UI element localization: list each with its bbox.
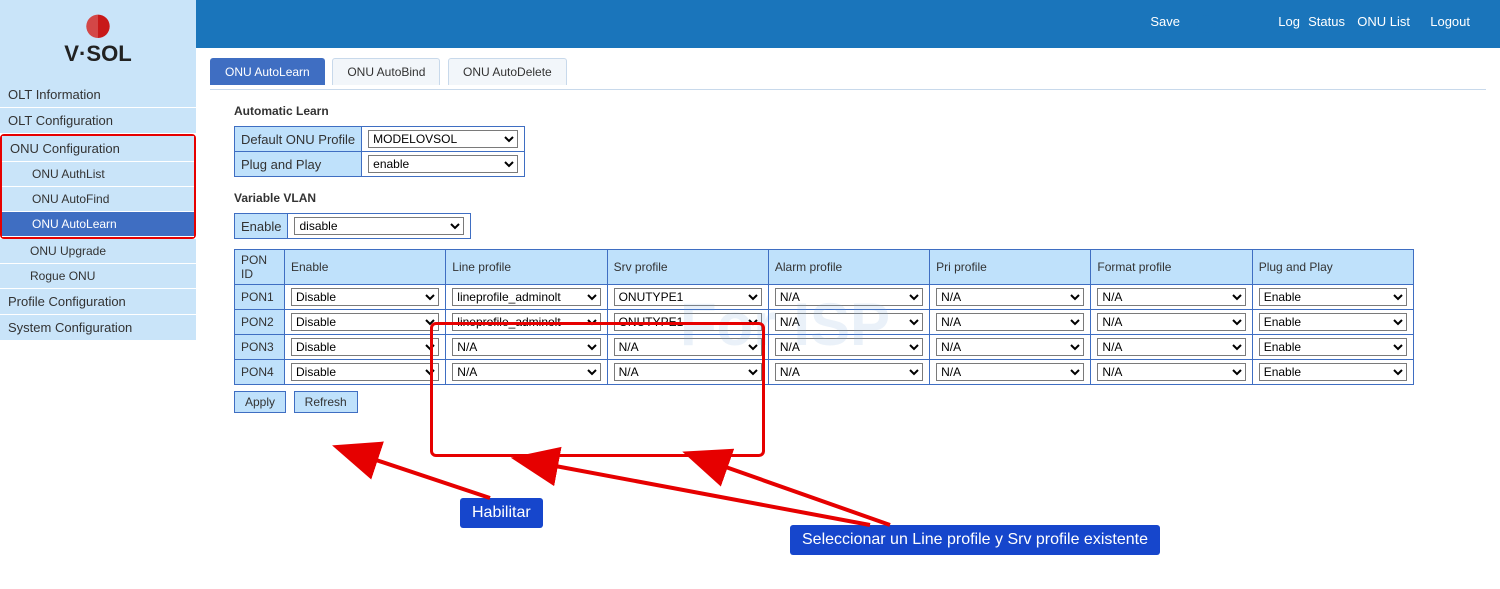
pon-id-cell: PON3 [235,335,285,360]
sidebar-item-onu-configuration[interactable]: ONU Configuration [2,136,194,162]
pon-table-header: PON ID Enable Line profile Srv profile A… [235,250,1414,285]
col-srv-profile: Srv profile [607,250,768,285]
variable-vlan-enable-label: Enable [235,214,288,239]
srv-profile-select[interactable]: ONUTYPE1 [614,313,762,331]
logout-link[interactable]: Logout [1430,14,1470,29]
pon-table: PON ID Enable Line profile Srv profile A… [234,249,1414,385]
alarm-profile-select[interactable]: N/A [775,313,923,331]
status-dot-icon [1197,15,1215,33]
alarm-profile-select[interactable]: N/A [775,363,923,381]
main-content: ONU AutoLearn ONU AutoBind ONU AutoDelet… [196,48,1500,589]
col-line-profile: Line profile [446,250,607,285]
pri-profile-select[interactable]: N/A [936,313,1084,331]
plug-and-play-select[interactable]: enable [368,155,518,173]
plug-and-play-label: Plug and Play [235,152,362,177]
action-buttons: Apply Refresh [234,391,1486,413]
pnp-select[interactable]: Enable [1259,313,1407,331]
annotation-highlight-onu-config: ONU Configuration ONU AuthList ONU AutoF… [0,134,196,239]
pon-id-cell: PON2 [235,310,285,335]
srv-profile-select[interactable]: N/A [614,363,762,381]
alarm-profile-select[interactable]: N/A [775,288,923,306]
tab-onu-autodelete[interactable]: ONU AutoDelete [448,58,567,85]
pon-id-cell: PON1 [235,285,285,310]
status-link[interactable]: Status [1308,14,1345,29]
pnp-select[interactable]: Enable [1259,363,1407,381]
sidebar-item-onu-autolearn[interactable]: ONU AutoLearn [2,212,194,237]
table-row: PON2 Disable lineprofile_adminolt ONUTYPE1 N… [235,310,1414,335]
section-title-variable-vlan: Variable VLAN [234,191,1486,205]
top-bar: Save Log Status ONU List Logout [196,0,1500,48]
srv-profile-select[interactable]: N/A [614,338,762,356]
variable-vlan-enable-table: Enable disable [234,213,471,239]
format-profile-select[interactable]: N/A [1097,288,1245,306]
col-format-profile: Format profile [1091,250,1252,285]
line-profile-select[interactable]: N/A [452,363,600,381]
svg-text:V·SOL: V·SOL [64,41,131,66]
pri-profile-select[interactable]: N/A [936,338,1084,356]
sidebar-item-olt-configuration[interactable]: OLT Configuration [0,108,196,134]
pri-profile-select[interactable]: N/A [936,288,1084,306]
refresh-button[interactable]: Refresh [294,391,358,413]
table-row: PON1 Disable lineprofile_adminolt ONUTYPE1 N… [235,285,1414,310]
pri-profile-select[interactable]: N/A [936,363,1084,381]
col-plug-and-play: Plug and Play [1252,250,1413,285]
save-link[interactable]: Save [1150,14,1180,29]
line-profile-select[interactable]: lineprofile_adminolt [452,313,600,331]
pon-id-cell: PON4 [235,360,285,385]
log-link[interactable]: Log [1278,14,1300,29]
sidebar-item-onu-authlist[interactable]: ONU AuthList [2,162,194,187]
sidebar-item-onu-upgrade[interactable]: ONU Upgrade [0,239,196,264]
enable-select[interactable]: Disable [291,313,439,331]
variable-vlan-enable-select[interactable]: disable [294,217,464,235]
table-row: PON4 Disable N/A N/A N/A N/A N/A Enable [235,360,1414,385]
col-alarm-profile: Alarm profile [768,250,929,285]
col-pon-id: PON ID [235,250,285,285]
format-profile-select[interactable]: N/A [1097,338,1245,356]
enable-select[interactable]: Disable [291,288,439,306]
col-enable: Enable [285,250,446,285]
sidebar-item-rogue-onu[interactable]: Rogue ONU [0,264,196,289]
default-onu-profile-label: Default ONU Profile [235,127,362,152]
enable-select[interactable]: Disable [291,338,439,356]
format-profile-select[interactable]: N/A [1097,313,1245,331]
pnp-select[interactable]: Enable [1259,288,1407,306]
vsol-logo-icon: V·SOL [33,12,163,71]
sidebar-item-profile-configuration[interactable]: Profile Configuration [0,289,196,315]
alarm-profile-select[interactable]: N/A [775,338,923,356]
enable-select[interactable]: Disable [291,363,439,381]
apply-button[interactable]: Apply [234,391,286,413]
automatic-learn-table: Default ONU Profile MODELOVSOL Plug and … [234,126,525,177]
line-profile-select[interactable]: lineprofile_adminolt [452,288,600,306]
sidebar-nav: OLT Information OLT Configuration ONU Co… [0,82,196,341]
srv-profile-select[interactable]: ONUTYPE1 [614,288,762,306]
sidebar-item-system-configuration[interactable]: System Configuration [0,315,196,341]
tab-onu-autolearn[interactable]: ONU AutoLearn [210,58,325,85]
col-pri-profile: Pri profile [930,250,1091,285]
sidebar-item-olt-information[interactable]: OLT Information [0,82,196,108]
table-row: PON3 Disable N/A N/A N/A N/A N/A Enable [235,335,1414,360]
tabs-bar: ONU AutoLearn ONU AutoBind ONU AutoDelet… [210,58,1486,90]
sidebar-item-onu-autofind[interactable]: ONU AutoFind [2,187,194,212]
format-profile-select[interactable]: N/A [1097,363,1245,381]
brand-logo: V·SOL [0,0,196,82]
onu-list-link[interactable]: ONU List [1357,14,1410,29]
section-title-automatic-learn: Automatic Learn [234,104,1486,118]
pnp-select[interactable]: Enable [1259,338,1407,356]
default-onu-profile-select[interactable]: MODELOVSOL [368,130,518,148]
tab-onu-autobind[interactable]: ONU AutoBind [332,58,440,85]
line-profile-select[interactable]: N/A [452,338,600,356]
